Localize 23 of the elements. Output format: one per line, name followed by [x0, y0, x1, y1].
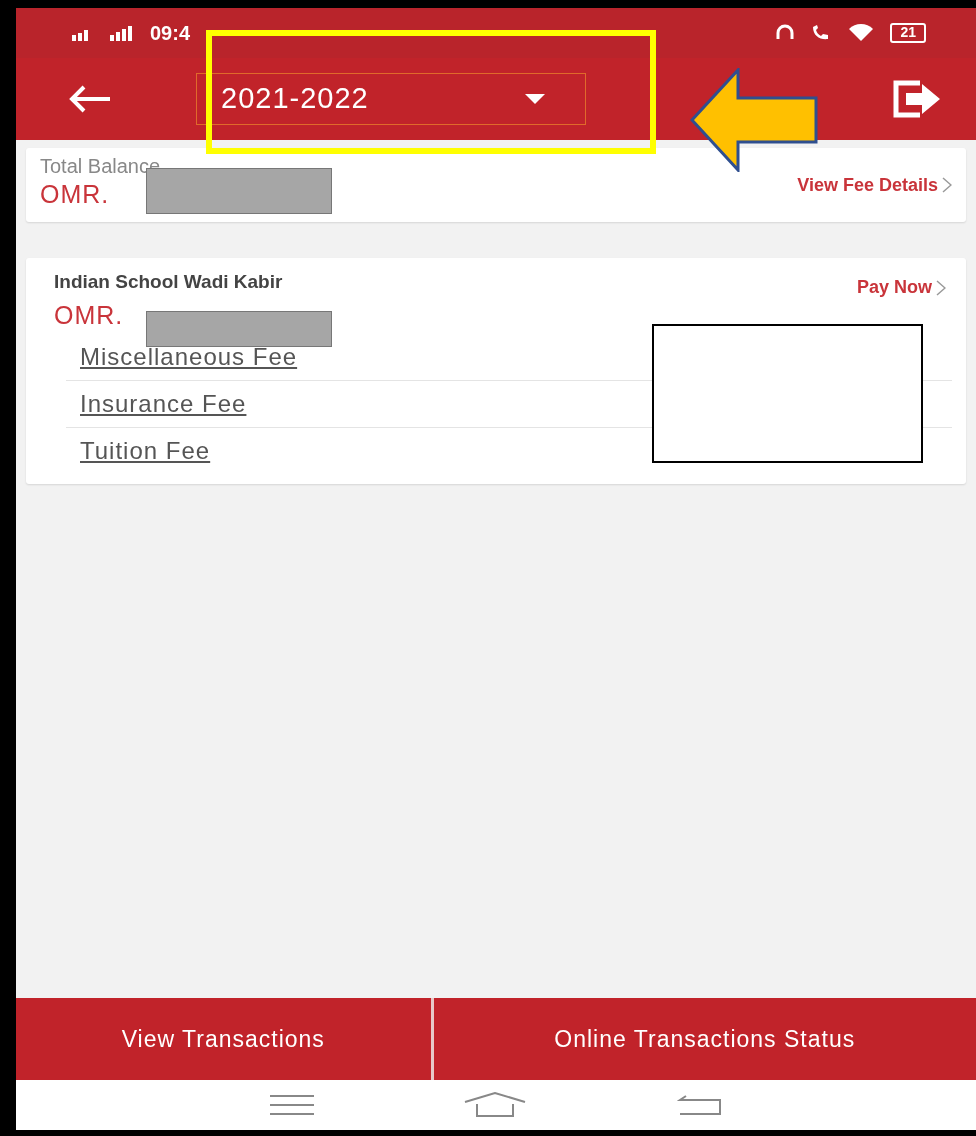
battery-icon: 21 — [890, 23, 926, 43]
home-icon[interactable] — [463, 1092, 527, 1118]
chevron-icon — [936, 279, 946, 296]
wifi-icon — [848, 24, 875, 42]
pay-now-link[interactable]: Pay Now — [856, 274, 946, 301]
chevron-icon — [942, 177, 952, 193]
pointer-arrow-icon — [690, 68, 820, 172]
online-transactions-status-button[interactable]: Online Transactions Status — [433, 998, 976, 1080]
status-time: 09:4 — [150, 21, 191, 46]
caret-icon — [525, 94, 545, 104]
view-fee-details-link[interactable]: View Fee Details — [797, 171, 952, 199]
headphones-icon — [776, 24, 795, 42]
school-name: Indian School Wadi Kabir — [54, 270, 283, 294]
currency-label: OMR. — [40, 179, 111, 211]
fee-link[interactable]: Miscellaneous Fee — [80, 343, 298, 370]
currency-label: OMR. — [54, 299, 125, 331]
fee-link[interactable]: Insurance Fee — [80, 390, 247, 417]
back-icon[interactable] — [675, 1094, 722, 1116]
view-transactions-button[interactable]: View Transactions — [16, 998, 431, 1080]
year-dropdown[interactable]: 2021-2022 — [196, 73, 586, 125]
menu-icon[interactable] — [270, 1094, 315, 1116]
fee-link[interactable]: Tuition Fee — [80, 437, 211, 464]
back-arrow-icon[interactable] — [68, 84, 112, 114]
